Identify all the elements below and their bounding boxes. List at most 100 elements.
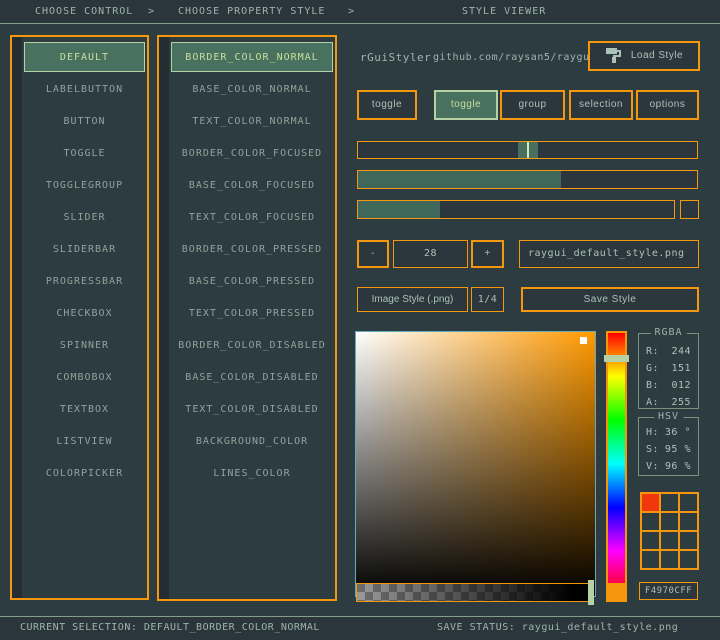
grid-cell-2[interactable] [680,494,697,511]
slider[interactable] [357,141,698,159]
grid-cell-8[interactable] [680,532,697,549]
chevron-separator-icon: > [348,0,355,23]
property-item-lines_color[interactable]: LINES_COLOR [171,458,333,488]
status-bar: CURRENT SELECTION: DEFAULT_BORDER_COLOR_… [0,616,720,640]
toggle-button[interactable]: toggle [357,90,417,120]
section-header-bar: CHOOSE CONTROL > CHOOSE PROPERTY STYLE >… [0,0,720,24]
choose-property-style-label: CHOOSE PROPERTY STYLE [178,0,325,23]
current-selection-status: CURRENT SELECTION: DEFAULT_BORDER_COLOR_… [20,617,320,639]
control-item-button[interactable]: BUTTON [24,106,145,136]
toggle-group-item-selection[interactable]: selection [569,90,633,120]
property-item-background_color[interactable]: BACKGROUND_COLOR [171,426,333,456]
grid-cell-4[interactable] [661,513,678,530]
hsv-groupbox: HSV H:36 °S:95 %V:96 % [638,417,699,476]
load-style-button[interactable]: Load Style [588,41,700,71]
ratio-value-box[interactable]: 1/4 [471,287,504,312]
slider-bar[interactable] [357,170,698,189]
value-row-b: B:012 [639,377,698,394]
rgba-title: RGBA [650,327,686,338]
style-viewer-label: STYLE VIEWER [462,0,546,23]
control-item-listview[interactable]: LISTVIEW [24,426,145,456]
control-item-slider[interactable]: SLIDER [24,202,145,232]
color-picker-cursor [580,337,587,344]
controls-listview: DEFAULTLABELBUTTONBUTTONTOGGLETOGGLEGROU… [10,35,149,600]
toggle-group-item-toggle[interactable]: toggle [434,90,498,120]
hex-value-box[interactable]: F4970CFF [639,582,698,600]
property-item-border_color_normal[interactable]: BORDER_COLOR_NORMAL [171,42,333,72]
control-item-colorpicker[interactable]: COLORPICKER [24,458,145,488]
property-item-border_color_disabled[interactable]: BORDER_COLOR_DISABLED [171,330,333,360]
grid-cell-0[interactable] [642,494,659,511]
chevron-separator-icon: > [148,0,155,23]
save-status: SAVE STATUS: raygui_default_style.png [437,617,678,639]
property-item-base_color_normal[interactable]: BASE_COLOR_NORMAL [171,74,333,104]
paint-roller-icon [605,46,623,64]
spinner-minus-button[interactable]: - [357,240,389,268]
alpha-bar-handle[interactable] [588,580,594,605]
hsv-title: HSV [654,411,683,422]
color-picker-sv-panel[interactable] [355,331,596,597]
rguistyler-window: CHOOSE CONTROL > CHOOSE PROPERTY STYLE >… [0,0,720,640]
grid-cell-1[interactable] [661,494,678,511]
value-row-s: S:95 % [639,441,698,458]
grid-cell-3[interactable] [642,513,659,530]
rgba-groupbox: RGBA R:244G:151B:012A:255 [638,333,699,409]
property-item-border_color_pressed[interactable]: BORDER_COLOR_PRESSED [171,234,333,264]
property-item-text_color_focused[interactable]: TEXT_COLOR_FOCUSED [171,202,333,232]
controls-list-items: DEFAULTLABELBUTTONBUTTONTOGGLETOGGLEGROU… [22,37,147,598]
property-item-text_color_disabled[interactable]: TEXT_COLOR_DISABLED [171,394,333,424]
repo-link[interactable]: github.com/raysan5/raygui [433,52,596,63]
property-item-base_color_focused[interactable]: BASE_COLOR_FOCUSED [171,170,333,200]
control-item-default[interactable]: DEFAULT [24,42,145,72]
app-name-label: rGuiStyler [360,51,431,64]
property-item-base_color_pressed[interactable]: BASE_COLOR_PRESSED [171,266,333,296]
checkbox[interactable] [680,200,699,219]
grid-cell-6[interactable] [642,532,659,549]
properties-listview: BORDER_COLOR_NORMALBASE_COLOR_NORMALTEXT… [157,35,337,601]
control-item-labelbutton[interactable]: LABELBUTTON [24,74,145,104]
value-row-g: G:151 [639,360,698,377]
grid-cell-11[interactable] [680,551,697,568]
progress-bar[interactable] [357,200,675,219]
grid-cell-9[interactable] [642,551,659,568]
grid-cell-5[interactable] [680,513,697,530]
alpha-bar[interactable] [356,583,592,602]
control-item-toggle[interactable]: TOGGLE [24,138,145,168]
value-row-a: A:255 [639,394,698,411]
rgba-rows: R:244G:151B:012A:255 [639,343,698,411]
grid-cell-7[interactable] [661,532,678,549]
property-item-text_color_normal[interactable]: TEXT_COLOR_NORMAL [171,106,333,136]
control-item-spinner[interactable]: SPINNER [24,330,145,360]
property-item-base_color_disabled[interactable]: BASE_COLOR_DISABLED [171,362,333,392]
value-row-h: H:36 ° [639,424,698,441]
slider-handle[interactable] [518,142,538,158]
property-item-border_color_focused[interactable]: BORDER_COLOR_FOCUSED [171,138,333,168]
properties-list-items: BORDER_COLOR_NORMALBASE_COLOR_NORMALTEXT… [169,37,335,599]
control-item-textbox[interactable]: TEXTBOX [24,394,145,424]
hue-bar[interactable] [606,331,627,597]
properties-list-scrollbar[interactable] [159,37,169,599]
spinner-value-box[interactable]: 28 [393,240,468,268]
slider-bar-fill [358,171,561,188]
toggle-group-item-options[interactable]: options [636,90,699,120]
controls-list-scrollbar[interactable] [12,37,22,598]
choose-control-label: CHOOSE CONTROL [35,0,133,23]
image-style-button[interactable]: Image Style (.png) [357,287,468,312]
filename-textbox[interactable]: raygui_default_style.png [519,240,699,268]
spinner-plus-button[interactable]: + [471,240,504,268]
value-row-v: V:96 % [639,458,698,475]
control-item-progressbar[interactable]: PROGRESSBAR [24,266,145,296]
current-color-swatch [606,583,627,602]
property-item-text_color_pressed[interactable]: TEXT_COLOR_PRESSED [171,298,333,328]
progress-bar-fill [358,201,440,218]
control-item-togglegroup[interactable]: TOGGLEGROUP [24,170,145,200]
save-style-button[interactable]: Save Style [521,287,699,312]
control-item-checkbox[interactable]: CHECKBOX [24,298,145,328]
load-style-label: Load Style [631,50,683,61]
control-item-combobox[interactable]: COMBOBOX [24,362,145,392]
toggle-group-item-group[interactable]: group [500,90,565,120]
grid-cell-10[interactable] [661,551,678,568]
hue-bar-handle[interactable] [604,355,629,362]
control-item-sliderbar[interactable]: SLIDERBAR [24,234,145,264]
style-color-grid [640,492,699,570]
